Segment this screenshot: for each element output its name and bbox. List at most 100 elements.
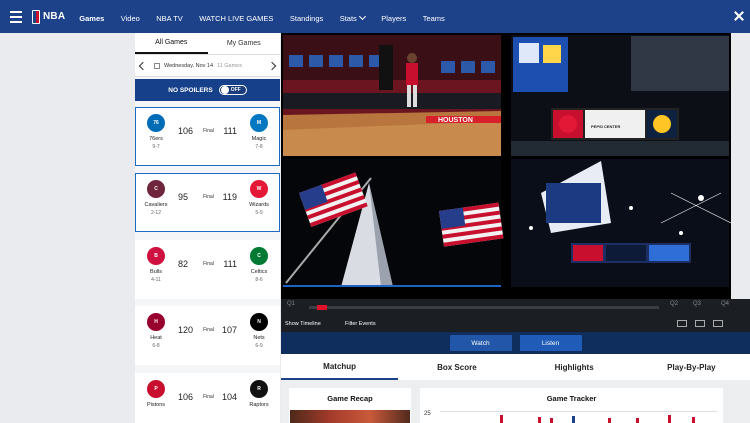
menu-icon[interactable] [0, 0, 32, 33]
video-tile-flag[interactable] [283, 159, 504, 287]
tracker-bar [668, 415, 671, 423]
team-name: Raptors [249, 402, 269, 408]
video-frames: HOUSTON PEPSI CENTER [283, 35, 732, 287]
nba-logo-text: NBA [43, 11, 66, 22]
detail-panels: Game Recap Game Tracker 25 [281, 380, 750, 423]
nav-links: Games Video NBA TV WATCH LIVE GAMES Stan… [79, 8, 457, 26]
game-recap-title: Game Recap [327, 394, 373, 403]
tab-my-games[interactable]: My Games [208, 33, 281, 54]
tab-play-by-play[interactable]: Play-By-Play [633, 354, 750, 380]
date-selector: Wednesday, Nov 14 11 Games [135, 55, 280, 77]
close-icon[interactable] [733, 10, 745, 22]
video-tile-scoreboard[interactable]: PEPSI CENTER [511, 35, 729, 156]
nav-games[interactable]: Games [79, 14, 104, 23]
chevron-down-icon [358, 12, 366, 21]
nav-players[interactable]: Players [381, 14, 406, 23]
celtics-logo: C [250, 247, 268, 265]
game-card[interactable]: P Pistons 106 Final 104 R Raptors [135, 373, 280, 423]
scoreboard-text: PEPSI CENTER [591, 124, 620, 129]
tracker-y-tick: 25 [424, 411, 431, 417]
nav-stats-label: Stats [339, 13, 357, 23]
home-team: M Magic 7-8 [239, 114, 279, 150]
home-score: 107 [221, 325, 237, 335]
home-team: W Wizards 5-9 [239, 180, 279, 216]
nav-standings[interactable]: Standings [290, 14, 323, 23]
nav-teams[interactable]: Teams [423, 14, 445, 23]
nav-stats[interactable]: Stats [339, 12, 366, 23]
quarter-label: Q1 [287, 301, 296, 307]
game-card[interactable]: 76 76ers 9-7 106 Final 111 M Magic 7-8 [135, 107, 280, 166]
nav-video[interactable]: Video [121, 14, 140, 23]
team-record: 5-9 [255, 210, 263, 216]
tracker-bar [636, 418, 639, 423]
playhead[interactable] [317, 305, 327, 310]
nba-logo-mark [32, 9, 40, 24]
team-name: Bulls [150, 269, 162, 275]
no-spoilers-bar: NO SPOILERS OFF [135, 79, 280, 101]
games-sidebar: All Games My Games Wednesday, Nov 14 11 … [135, 33, 280, 423]
game-tracker-panel: Game Tracker 25 [420, 388, 723, 423]
raptors-logo: R [250, 380, 268, 398]
team-record: 6-9 [255, 343, 263, 349]
timeline-scrubber[interactable] [309, 305, 659, 310]
team-name: Pistons [146, 402, 166, 408]
next-date-icon[interactable] [267, 61, 277, 70]
tracker-bar [692, 417, 695, 423]
tab-highlights[interactable]: Highlights [516, 354, 633, 380]
team-record: 4-11 [151, 277, 161, 283]
game-detail-tabs: Matchup Box Score Highlights Play-By-Pla… [281, 354, 750, 380]
game-card[interactable]: H Heat 6-8 120 Final 107 N Nets 6-9 [135, 306, 280, 365]
calendar-icon[interactable] [154, 62, 160, 69]
tab-matchup[interactable]: Matchup [281, 354, 399, 380]
game-recap-panel: Game Recap [289, 388, 411, 423]
team-name: Cavaliers [144, 202, 168, 208]
games-count: 11 Games [217, 62, 242, 69]
tab-all-games[interactable]: All Games [135, 33, 208, 54]
show-timeline-button[interactable]: Show Timeline [285, 321, 321, 327]
team-record: 7-8 [255, 144, 263, 150]
video-player[interactable]: HOUSTON PEPSI CENTER [281, 33, 732, 299]
game-tracker-title: Game Tracker [546, 394, 597, 403]
team-name: Magic [251, 136, 267, 142]
recap-video-thumbnail[interactable] [290, 410, 410, 423]
games-tabs: All Games My Games [135, 33, 280, 55]
nets-logo: N [250, 313, 268, 331]
team-name: Celtics [250, 269, 268, 275]
home-score: 111 [223, 259, 237, 269]
video-tile-court[interactable]: HOUSTON [283, 35, 501, 156]
watch-listen-bar: Watch Listen [281, 332, 750, 354]
quarter-label: Q4 [721, 301, 730, 307]
tracker-bars [440, 411, 717, 423]
home-team: C Celtics 8-6 [239, 247, 279, 283]
no-spoilers-toggle[interactable]: OFF [218, 85, 247, 95]
listen-button[interactable]: Listen [519, 335, 582, 351]
tab-box-score[interactable]: Box Score [398, 354, 515, 380]
layout-split-icon[interactable] [695, 320, 705, 327]
tracker-bar [500, 415, 503, 423]
home-team: R Raptors [239, 380, 279, 408]
quarter-label: Q3 [693, 301, 702, 307]
home-team: N Nets 6-9 [239, 313, 279, 349]
home-score: 119 [222, 192, 237, 202]
tracker-bar [538, 417, 541, 423]
layout-grid-icon[interactable] [713, 320, 723, 327]
nba-logo[interactable]: NBA [32, 9, 66, 24]
team-name: 76ers [149, 136, 163, 142]
game-card[interactable]: C Cavaliers 2-12 95 Final 119 W Wizards 5-9 [135, 173, 280, 232]
player-controls: Q1 Q2 Q3 Q4 Show Timeline Filter Events [281, 299, 750, 332]
nav-watch-live-games[interactable]: WATCH LIVE GAMES [199, 14, 273, 23]
nav-nba-tv[interactable]: NBA TV [156, 14, 183, 23]
video-tile-jumbotron[interactable] [511, 159, 732, 287]
quarter-label: Q2 [670, 301, 679, 307]
court-text: HOUSTON [438, 117, 473, 124]
game-card[interactable]: B Bulls 4-11 82 Final 111 C Celtics 8-6 [135, 240, 280, 299]
watch-button[interactable]: Watch [449, 335, 512, 351]
filter-events-button[interactable]: Filter Events [345, 321, 376, 327]
tracker-bar [550, 418, 553, 423]
prev-date-icon[interactable] [138, 61, 148, 70]
wizards-logo: W [250, 180, 268, 198]
team-record: 6-8 [152, 343, 160, 349]
team-record: 2-12 [150, 210, 161, 216]
tracker-bar [572, 416, 575, 423]
layout-single-icon[interactable] [677, 320, 687, 327]
